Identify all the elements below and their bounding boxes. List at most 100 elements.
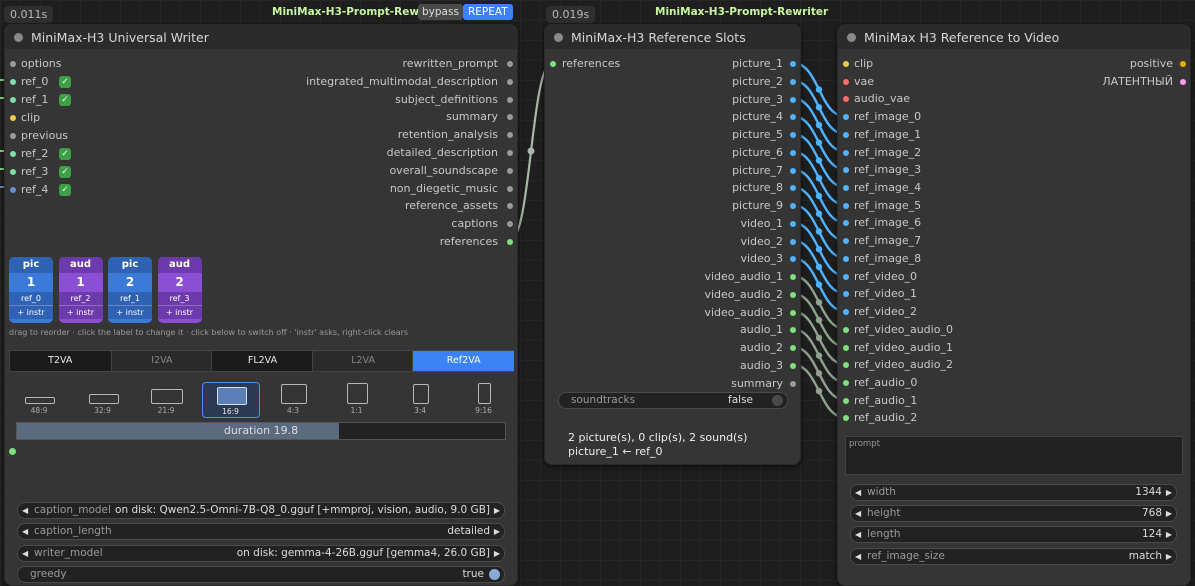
input-dot-ref_3[interactable]	[10, 169, 16, 175]
input-dot-ref_audio_1[interactable]	[843, 397, 849, 404]
output-dot-picture_5[interactable]	[790, 132, 796, 138]
input-dot-ref_image_3[interactable]	[843, 167, 849, 174]
output-dot-integrated_multimodal_description[interactable]	[507, 78, 513, 85]
input-dot-ref_image_5[interactable]	[843, 202, 849, 209]
increment-arrow-icon[interactable]: ▶	[1166, 506, 1172, 521]
increment-arrow-icon[interactable]: ▶	[494, 503, 500, 518]
output-dot-audio_3[interactable]	[790, 362, 796, 369]
decrement-arrow-icon[interactable]: ◀	[22, 503, 28, 518]
card-instr-button[interactable]: + instr	[58, 305, 103, 319]
input-dot-ref_image_8[interactable]	[843, 255, 849, 262]
output-dot-summary[interactable]	[790, 380, 796, 387]
input-dot-ref_2[interactable]	[10, 151, 16, 157]
widget-length[interactable]: ◀ ▶ length 124	[850, 526, 1177, 544]
input-dot-vae[interactable]	[843, 78, 849, 85]
output-dot-captions[interactable]	[507, 221, 513, 228]
output-dot-picture_6[interactable]	[790, 149, 796, 156]
tab-t2va[interactable]: T2VA	[10, 351, 111, 371]
reference-card-ref_3[interactable]: aud 2 ref_3 + instr	[157, 257, 202, 323]
output-dot-rewritten_prompt[interactable]	[507, 61, 513, 67]
output-dot-summary[interactable]	[507, 114, 513, 121]
collapse-dot[interactable]	[847, 33, 856, 42]
node-header[interactable]: MiniMax-H3 Universal Writer	[5, 25, 517, 49]
input-dot-ref_image_4[interactable]	[843, 185, 849, 192]
input-dot-ref_image_2[interactable]	[843, 149, 849, 156]
widget-height[interactable]: ◀ ▶ height 768	[850, 505, 1177, 523]
ratio-option-21x9[interactable]: 21:9	[138, 382, 194, 416]
ratio-option-32x9[interactable]: 32:9	[75, 382, 131, 416]
input-dot-ref_1[interactable]	[10, 97, 16, 103]
references-input-dot[interactable]	[550, 61, 556, 67]
input-dot-ref_image_6[interactable]	[843, 220, 849, 227]
universal-writer-node[interactable]: MiniMax-H3 Universal Writer options ref_0…	[4, 24, 518, 586]
output-dot-video_audio_3[interactable]	[790, 309, 796, 316]
input-dot-ref_image_0[interactable]	[843, 114, 849, 121]
output-dot-reference_assets[interactable]	[507, 203, 513, 210]
increment-arrow-icon[interactable]: ▶	[1166, 485, 1172, 500]
input-dot-ref_video_1[interactable]	[843, 291, 849, 298]
input-dot-ref_4[interactable]	[10, 187, 16, 193]
input-dot-ref_audio_2[interactable]	[843, 415, 849, 422]
reference-card-ref_1[interactable]: pic 2 ref_1 + instr	[108, 257, 152, 323]
card-ref-label[interactable]: ref_0	[9, 292, 53, 305]
input-dot-clip[interactable]	[843, 61, 849, 67]
duration-slider[interactable]: duration 19.8	[16, 422, 506, 440]
output-dot-picture_9[interactable]	[790, 203, 796, 209]
prompt-textarea[interactable]: prompt	[845, 436, 1183, 475]
widget-caption-model[interactable]: ◀ ▶ caption_model on disk: Qwen2.5-Omni-7B-…	[17, 502, 505, 519]
output-dot-audio_1[interactable]	[790, 327, 796, 334]
input-dot-options[interactable]	[10, 61, 16, 67]
node-header[interactable]: MiniMax-H3 Reference Slots	[545, 25, 800, 49]
reference-card-ref_0[interactable]: pic 1 ref_0 + instr	[9, 257, 53, 323]
input-dot-previous[interactable]	[10, 133, 16, 139]
input-dot-ref_video_0[interactable]	[843, 273, 849, 280]
decrement-arrow-icon[interactable]: ◀	[855, 506, 861, 521]
widget-caption-length[interactable]: ◀ ▶ caption_length detailed	[17, 523, 505, 541]
output-dot-picture_1[interactable]	[790, 61, 796, 67]
output-dot-overall_soundscape[interactable]	[507, 167, 513, 174]
card-instr-button[interactable]: + instr	[9, 305, 53, 319]
card-ref-label[interactable]: ref_2	[58, 292, 103, 305]
decrement-arrow-icon[interactable]: ◀	[855, 549, 861, 564]
decrement-arrow-icon[interactable]: ◀	[855, 485, 861, 500]
repeat-button[interactable]: REPEAT	[463, 4, 513, 20]
input-dot-ref_video_audio_1[interactable]	[843, 344, 849, 351]
checkbox-ref_1[interactable]: ✓	[59, 94, 71, 106]
increment-arrow-icon[interactable]: ▶	[1166, 549, 1172, 564]
output-dot-video_2[interactable]	[790, 238, 796, 245]
tab-i2va[interactable]: I2VA	[110, 351, 213, 371]
decrement-arrow-icon[interactable]: ◀	[22, 524, 28, 539]
tab-fl2va[interactable]: FL2VA	[211, 351, 313, 371]
reference-to-video-node[interactable]: MiniMax H3 Reference to Video clip vae aud…	[837, 24, 1191, 586]
ratio-option-4x3[interactable]: 4:3	[265, 382, 321, 416]
output-dot-audio_2[interactable]	[790, 345, 796, 351]
extra-input-dot[interactable]	[9, 448, 16, 455]
output-dot-retention_analysis[interactable]	[507, 132, 513, 139]
output-dot-picture_4[interactable]	[790, 114, 796, 121]
input-dot-ref_video_audio_0[interactable]	[843, 326, 849, 333]
output-dot-picture_8[interactable]	[790, 185, 796, 192]
increment-arrow-icon[interactable]: ▶	[494, 524, 500, 539]
tab-ref2va[interactable]: Ref2VA	[412, 351, 514, 371]
input-dot-ref_video_2[interactable]	[843, 309, 849, 316]
input-dot-ref_image_7[interactable]	[843, 238, 849, 245]
collapse-dot[interactable]	[554, 33, 563, 42]
output-dot-non_diegetic_music[interactable]	[507, 185, 513, 192]
output-dot-references[interactable]	[507, 239, 513, 245]
card-instr-button[interactable]: + instr	[108, 305, 152, 319]
card-ref-label[interactable]: ref_1	[108, 292, 152, 305]
input-dot-clip[interactable]	[10, 115, 16, 121]
reference-card-ref_2[interactable]: aud 1 ref_2 + instr	[58, 257, 103, 323]
increment-arrow-icon[interactable]: ▶	[1166, 527, 1172, 542]
output-dot-video_1[interactable]	[790, 220, 796, 227]
output-dot-video_3[interactable]	[790, 256, 796, 263]
ratio-option-1x1[interactable]: 1:1	[329, 382, 385, 416]
ratio-option-48x9[interactable]: 48:9	[11, 382, 67, 416]
input-dot-ref_video_audio_2[interactable]	[843, 362, 849, 369]
output-dot-video_audio_2[interactable]	[790, 291, 796, 298]
ratio-option-9x16[interactable]: 9:16	[456, 382, 512, 416]
input-dot-audio_vae[interactable]	[843, 96, 849, 103]
card-instr-button[interactable]: + instr	[157, 305, 202, 319]
checkbox-ref_4[interactable]: ✓	[59, 184, 71, 196]
checkbox-ref_2[interactable]: ✓	[59, 148, 71, 160]
